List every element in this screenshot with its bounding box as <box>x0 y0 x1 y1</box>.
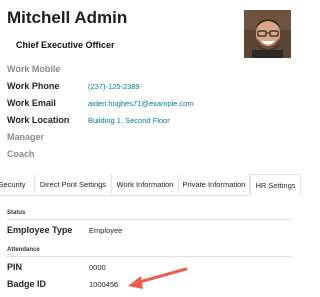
annotation-arrow-icon <box>128 267 188 289</box>
